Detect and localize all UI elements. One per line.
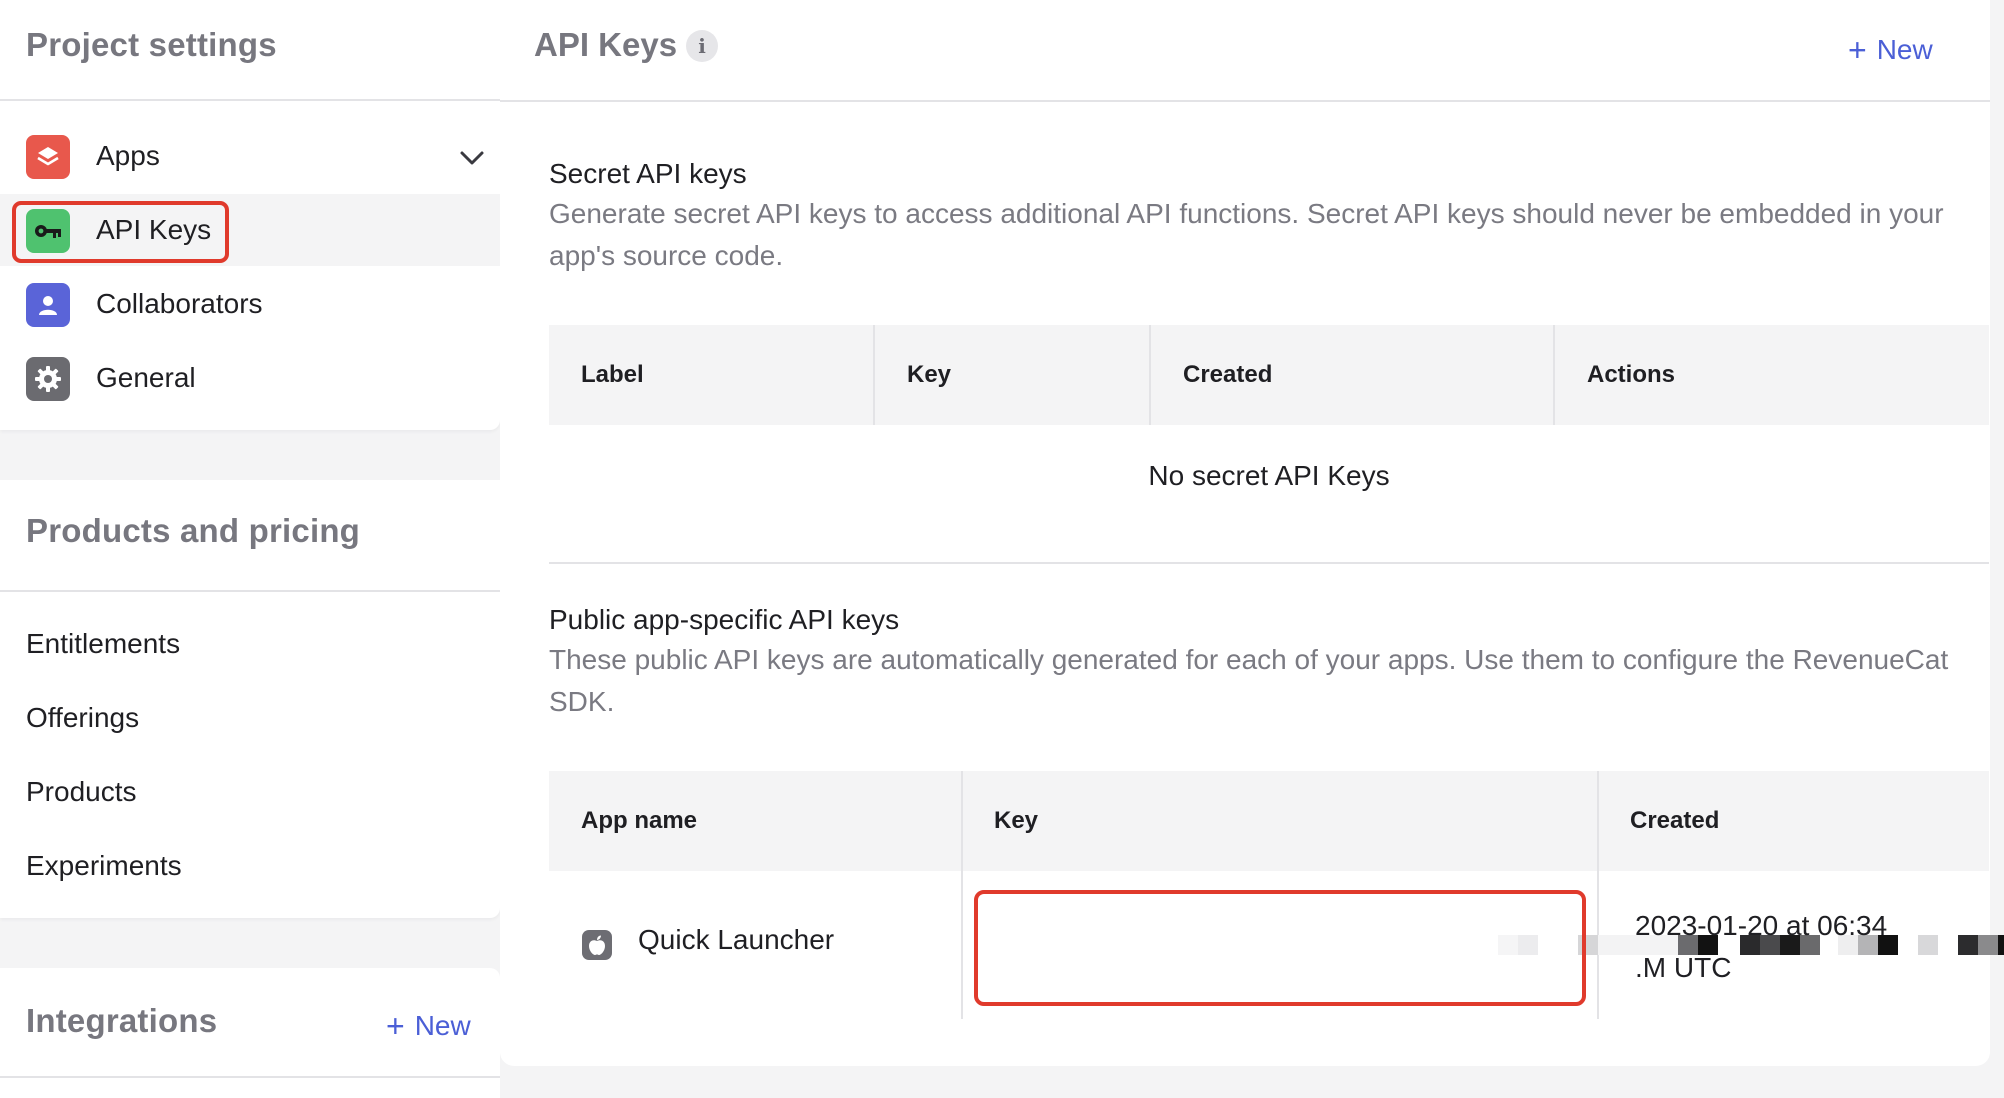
stack-icon — [26, 135, 70, 179]
person-icon — [26, 283, 70, 327]
integrations-card: Integrations + New — [0, 968, 500, 1098]
integrations-title: Integrations — [26, 1002, 218, 1039]
divider — [0, 590, 500, 592]
products-pricing-card: Products and pricing Entitlements Offeri… — [0, 480, 500, 918]
sidebar-item-apps[interactable]: Apps — [0, 120, 530, 192]
highlight-box — [12, 201, 229, 263]
column-separator — [1149, 325, 1151, 425]
secret-keys-table-header: Label Key Created Actions — [549, 325, 1989, 425]
products-pricing-title: Products and pricing — [26, 512, 361, 549]
sidebar-item-general[interactable]: General — [0, 342, 530, 414]
created-date-cell: 2023-01-20 at 06:34 — [1635, 910, 1888, 941]
column-separator — [1597, 771, 1599, 1019]
page-title: API Keys — [534, 26, 678, 63]
sidebar-item-collaborators[interactable]: Collaborators — [0, 268, 530, 340]
apple-icon — [582, 930, 612, 960]
chevron-down-icon[interactable] — [458, 144, 486, 172]
empty-state-message: No secret API Keys — [1148, 460, 1390, 491]
secret-keys-title: Secret API keys — [549, 158, 747, 189]
project-settings-title: Project settings — [26, 26, 277, 63]
sidebar-item-entitlements[interactable]: Entitlements — [26, 628, 180, 660]
sidebar-item-label: General — [96, 362, 196, 393]
column-header-created: Created — [1183, 361, 1273, 388]
section-divider — [549, 562, 1989, 564]
main-panel: API Keys i + New Secret API keys Generate… — [500, 0, 2004, 1066]
divider — [0, 1076, 500, 1078]
secret-keys-description: Generate secret API keys to access addit… — [549, 198, 1944, 271]
sidebar-item-label: Collaborators — [96, 288, 263, 319]
sidebar-item-experiments[interactable]: Experiments — [26, 850, 182, 882]
project-settings-card: Project settings Apps API Keys Collabora… — [0, 0, 530, 430]
sidebar-item-label: Apps — [96, 140, 160, 171]
key-highlight-box — [974, 890, 1586, 1006]
new-api-key-button[interactable]: + New — [1848, 30, 1933, 68]
column-header-key: Key — [994, 807, 1039, 834]
column-header-app-name: App name — [581, 807, 698, 834]
page-header: API Keys i + New — [500, 0, 1990, 102]
new-label: New — [1876, 34, 1933, 65]
public-keys-title: Public app-specific API keys — [549, 604, 900, 635]
new-label: New — [414, 1010, 471, 1041]
column-header-created: Created — [1630, 807, 1720, 834]
column-header-key: Key — [907, 361, 952, 388]
app-name-cell[interactable]: Quick Launcher — [638, 924, 834, 956]
info-icon[interactable]: i — [686, 30, 718, 62]
sidebar-item-products[interactable]: Products — [26, 776, 137, 808]
new-integration-button[interactable]: + New — [386, 1006, 471, 1044]
plus-icon: + — [1848, 32, 1867, 68]
column-separator — [961, 771, 963, 1019]
sidebar: Project settings Apps API Keys Collabora… — [0, 0, 530, 1098]
column-separator — [1553, 325, 1555, 425]
plus-icon: + — [386, 1008, 405, 1044]
divider — [0, 99, 500, 101]
created-time-cell: .M UTC — [1635, 952, 1732, 983]
public-keys-description: These public API keys are automatically … — [549, 644, 1949, 717]
column-header-actions: Actions — [1587, 361, 1676, 388]
column-header-label: Label — [581, 361, 644, 388]
gear-icon — [26, 357, 70, 401]
column-separator — [873, 325, 875, 425]
sidebar-item-offerings[interactable]: Offerings — [26, 702, 139, 734]
public-keys-table-header: App name Key Created — [549, 771, 1989, 871]
